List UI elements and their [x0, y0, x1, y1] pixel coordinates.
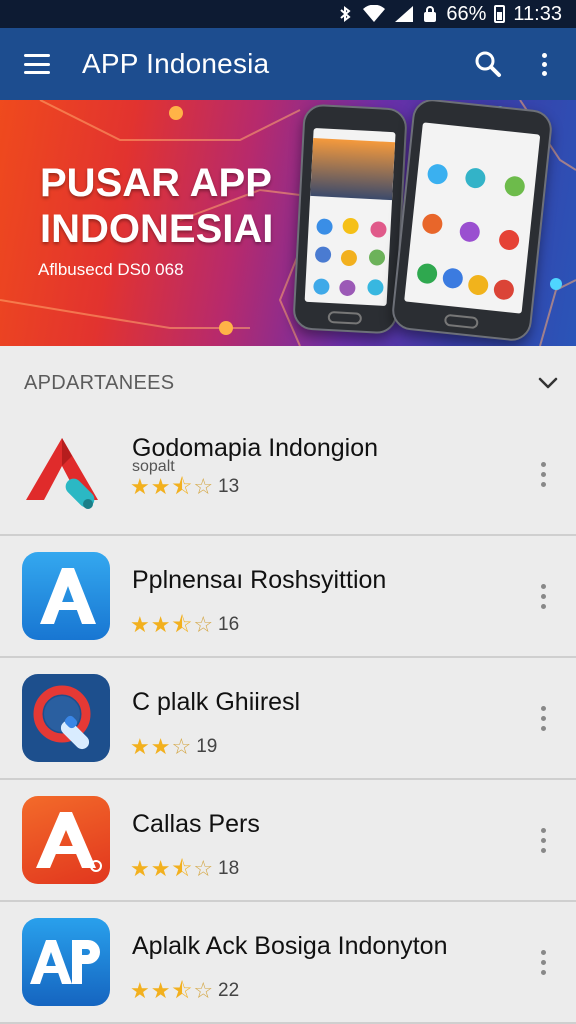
star-empty-icon: ☆ [171, 734, 192, 759]
rating-count: 19 [196, 736, 218, 757]
rating: ★ ★ ⯪ ☆ 18 [130, 858, 239, 880]
star-full-icon: ★ [150, 612, 171, 637]
list-item[interactable]: C plalk Ghiiresl ★ ★ ☆ 19 [0, 658, 576, 780]
star-half-icon: ⯪ [171, 978, 193, 1003]
hamburger-icon [24, 54, 50, 74]
more-vert-icon [541, 52, 547, 76]
app-icon-red-a [22, 430, 110, 518]
rating-count: 13 [218, 476, 240, 497]
rating-count: 16 [218, 614, 240, 635]
section-header[interactable]: APDARTANEES [0, 346, 576, 420]
star-empty-icon: ☆ [193, 474, 214, 499]
list-item[interactable]: Callas Pers ★ ★ ⯪ ☆ 18 [0, 780, 576, 902]
clock: 11:33 [513, 2, 562, 25]
more-vert-icon[interactable] [532, 942, 554, 982]
wifi-icon [362, 5, 386, 23]
star-empty-icon: ☆ [193, 612, 214, 637]
list-item[interactable]: Pplnensаı Roshsyittion ★ ★ ⯪ ☆ 16 [0, 536, 576, 658]
banner-title-line1: PUSAR APP [40, 161, 272, 205]
star-empty-icon: ☆ [193, 856, 214, 881]
app-icon-search-q [22, 674, 110, 762]
app-name: C plalk Ghiiresl [132, 688, 301, 716]
app-title: APP Indonesia [82, 48, 270, 79]
rating: ★ ★ ⯪ ☆ 22 [130, 980, 239, 1002]
status-bar: 66% 11:33 [0, 0, 576, 28]
battery-percent: 66% [446, 2, 487, 25]
battery-icon [494, 5, 506, 23]
app-name: Callas Pers [132, 810, 260, 838]
star-full-icon: ★ [130, 734, 150, 759]
menu-button[interactable] [0, 28, 74, 100]
app-icon-orange-a [22, 796, 110, 884]
signal-icon [394, 5, 414, 23]
list-item[interactable]: Aplalk Ack Bosiga Indonyton ★ ★ ⯪ ☆ 22 [0, 902, 576, 1024]
more-options-button[interactable] [516, 28, 572, 100]
search-icon [475, 51, 501, 77]
star-full-icon: ★ [130, 612, 150, 637]
star-half-icon: ⯪ [171, 612, 193, 637]
star-empty-icon: ☆ [193, 978, 214, 1003]
star-full-icon: ★ [150, 856, 171, 881]
star-full-icon: ★ [130, 856, 150, 881]
rating-count: 18 [218, 858, 240, 879]
lock-icon [422, 5, 438, 23]
phone-illustration-left [292, 103, 408, 335]
phone-illustration-right [390, 100, 554, 343]
star-half-icon: ⯪ [171, 474, 193, 499]
star-full-icon: ★ [150, 978, 171, 1003]
app-icon-ap [22, 918, 110, 1006]
more-vert-icon[interactable] [532, 576, 554, 616]
star-half-icon: ⯪ [171, 856, 193, 881]
app-name: Pplnensаı Roshsyittion [132, 566, 387, 594]
banner-subtitle: Aflbusecd DS0 068 [38, 260, 184, 279]
more-vert-icon[interactable] [532, 820, 554, 860]
section-label: APDARTANEES [24, 371, 175, 394]
more-vert-icon[interactable] [532, 454, 554, 494]
app-name: Aplalk Ack Bosiga Indonyton [132, 932, 448, 960]
app-icon-blue-a [22, 552, 110, 640]
star-full-icon: ★ [130, 474, 150, 499]
rating: ★ ★ ⯪ ☆ 16 [130, 614, 239, 636]
more-vert-icon[interactable] [532, 698, 554, 738]
list-item[interactable]: Godomapia Indongion sopalt ★ ★ ⯪ ☆ 13 [0, 414, 576, 536]
rating: ★ ★ ☆ 19 [130, 736, 217, 758]
star-full-icon: ★ [150, 474, 171, 499]
banner-title-line2: INDONESIAI [40, 207, 274, 251]
promo-banner[interactable]: PUSAR APP INDONESIAI Aflbusecd DS0 068 [0, 100, 576, 346]
rating: ★ ★ ⯪ ☆ 13 [130, 476, 239, 498]
bluetooth-icon [336, 5, 354, 23]
search-button[interactable] [460, 28, 516, 100]
app-bar: APP Indonesia [0, 28, 576, 100]
star-full-icon: ★ [130, 978, 150, 1003]
rating-count: 22 [218, 980, 240, 1001]
app-list: Godomapia Indongion sopalt ★ ★ ⯪ ☆ 13 Pplne… [0, 414, 576, 1024]
banner-title: PUSAR APP INDONESIAI [40, 160, 300, 252]
chevron-down-icon[interactable] [520, 376, 576, 390]
star-full-icon: ★ [150, 734, 171, 759]
